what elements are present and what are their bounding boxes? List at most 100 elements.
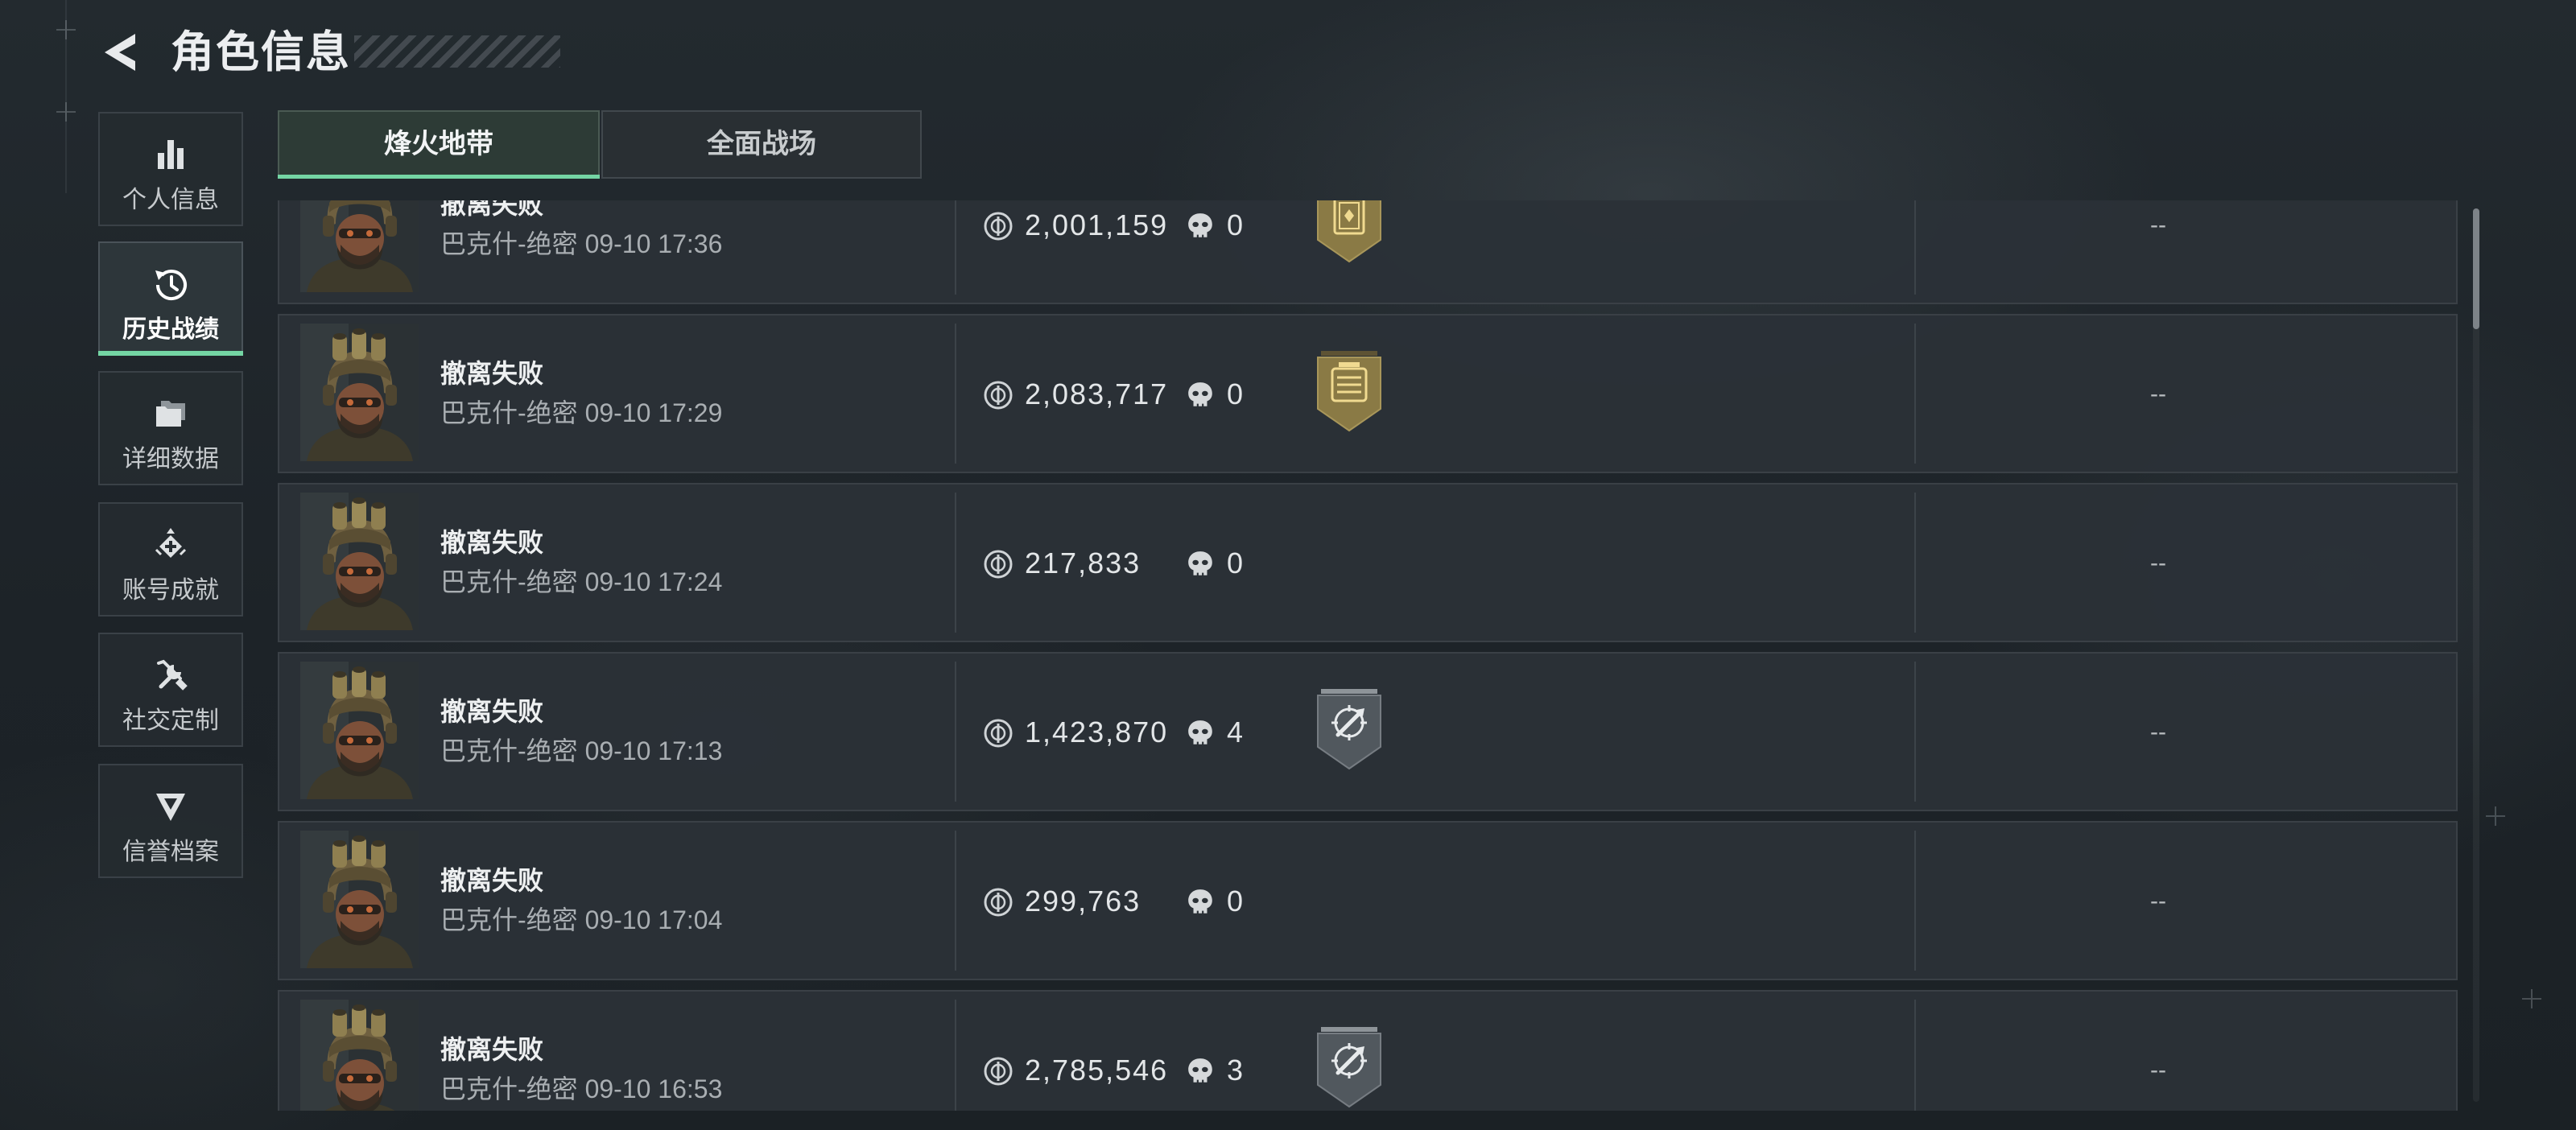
match-time: 09-10 17:36 — [584, 229, 723, 258]
match-info: 巴克什-绝密 09-10 17:04 — [440, 901, 722, 939]
skull-icon — [1186, 719, 1215, 748]
crosshair-badge-icon[interactable] — [1315, 687, 1384, 771]
coin-icon — [983, 1056, 1013, 1087]
crosshair-badge-icon[interactable] — [1315, 1025, 1384, 1109]
player-avatar — [300, 493, 419, 630]
kill-count: 3 — [1227, 1054, 1244, 1087]
column-divider — [955, 662, 956, 802]
column-divider — [955, 324, 956, 464]
title-hatch-decoration — [354, 35, 560, 68]
column-divider — [1914, 493, 1916, 633]
column-divider — [955, 1000, 956, 1111]
match-time: 09-10 17:24 — [584, 567, 723, 596]
sidebar-item-match-history[interactable]: 历史战绩 — [98, 241, 243, 356]
sidebar-item-label: 个人信息 — [122, 187, 219, 213]
map-name: 巴克什-绝密 — [440, 736, 578, 765]
skull-icon — [1186, 888, 1215, 917]
kill-count: 0 — [1227, 885, 1244, 918]
match-record-row[interactable]: 撤离失败巴克什-绝密 09-10 17:04 299,763 0 -- — [278, 821, 2458, 980]
tab-label: 全面战场 — [707, 129, 816, 159]
sidebar-item-label: 历史战绩 — [122, 316, 219, 343]
extraction-result: 撤离失败 — [440, 359, 544, 388]
match-history-list[interactable]: 撤离失败 巴克什-绝密 09-10 17:36 2,001,159 0 -- 撤离失败 巴克… — [278, 200, 2459, 1111]
extra-stat: -- — [2150, 381, 2166, 407]
loot-value: 2,083,717 — [1025, 377, 1169, 410]
match-info: 巴克什-绝密 09-10 16:53 — [440, 1070, 722, 1108]
match-time: 09-10 17:29 — [584, 398, 723, 427]
match-record-row[interactable]: 撤离失败 巴克什-绝密 09-10 17:36 2,001,159 0 -- — [278, 200, 2458, 304]
skull-icon — [1186, 1057, 1215, 1086]
coin-icon — [983, 380, 1013, 410]
tab-label: 烽火地带 — [384, 129, 493, 159]
loot-value: 2,785,546 — [1025, 1054, 1169, 1087]
sidebar-item-reputation[interactable]: 信誉档案 — [98, 764, 243, 878]
reputation-icon — [151, 787, 190, 826]
map-name: 巴克什-绝密 — [440, 905, 578, 934]
kill-count: 0 — [1227, 208, 1244, 241]
column-divider — [955, 200, 956, 295]
match-record-row[interactable]: 撤离失败 巴克什-绝密 09-10 16:53 2,785,546 3 -- — [278, 990, 2458, 1111]
column-divider — [955, 493, 956, 633]
extra-stat: -- — [2150, 212, 2166, 238]
extra-stat: -- — [2150, 888, 2166, 914]
crosshair-decoration — [2486, 806, 2505, 826]
tools-icon — [151, 656, 190, 695]
column-divider — [1914, 662, 1916, 802]
extra-stat: -- — [2150, 719, 2166, 745]
scrollbar-thumb[interactable] — [2473, 208, 2479, 329]
loot-value: 217,833 — [1025, 546, 1141, 579]
sidebar-item-label: 信誉档案 — [122, 839, 219, 865]
bar-chart-icon — [151, 135, 190, 174]
sidebar-item-label: 账号成就 — [122, 577, 219, 604]
match-record-row[interactable]: 撤离失败 巴克什-绝密 09-10 17:13 1,423,870 4 -- — [278, 652, 2458, 811]
extra-stat: -- — [2150, 550, 2166, 576]
match-info: 巴克什-绝密 09-10 17:13 — [440, 732, 722, 770]
sidebar-item-label: 社交定制 — [122, 707, 219, 734]
match-info: 巴克什-绝密 09-10 17:29 — [440, 394, 722, 432]
match-record-row[interactable]: 撤离失败巴克什-绝密 09-10 17:29 2,083,717 0 -- — [278, 314, 2458, 473]
coin-icon — [983, 211, 1013, 241]
folder-icon — [151, 394, 190, 433]
kill-count: 0 — [1227, 546, 1244, 579]
match-time: 09-10 17:04 — [584, 905, 723, 934]
loot-value: 1,423,870 — [1025, 716, 1169, 749]
coin-icon — [983, 718, 1013, 749]
match-record-row[interactable]: 撤离失败巴克什-绝密 09-10 17:24 217,833 0 -- — [278, 483, 2458, 642]
column-divider — [1914, 831, 1916, 971]
tab-firezone[interactable]: 烽火地带 — [278, 110, 600, 179]
player-avatar — [300, 662, 419, 799]
player-avatar — [300, 200, 419, 292]
extraction-result: 撤离失败 — [440, 528, 544, 557]
sidebar-item-achievements[interactable]: 账号成就 — [98, 502, 243, 617]
history-clock-icon — [151, 265, 190, 303]
player-avatar — [300, 831, 419, 968]
scrollbar[interactable] — [2473, 208, 2479, 1102]
match-time: 09-10 16:53 — [584, 1074, 723, 1103]
map-name: 巴克什-绝密 — [440, 567, 578, 596]
achievement-icon — [151, 526, 190, 564]
sidebar-item-detailed-data[interactable]: 详细数据 — [98, 371, 243, 485]
extraction-result: 撤离失败 — [440, 697, 544, 726]
coin-icon — [983, 887, 1013, 918]
back-arrow-icon[interactable] — [98, 29, 145, 76]
loot-value: 299,763 — [1025, 885, 1141, 918]
sidebar-item-personal-info[interactable]: 个人信息 — [98, 112, 243, 226]
page-title: 角色信息 — [171, 28, 351, 76]
map-name: 巴克什-绝密 — [440, 229, 578, 258]
crosshair-decoration — [56, 20, 76, 39]
player-avatar — [300, 1000, 419, 1111]
gold-scroll-badge-icon[interactable] — [1315, 349, 1384, 433]
kill-count: 0 — [1227, 377, 1244, 410]
map-name: 巴克什-绝密 — [440, 1074, 578, 1103]
column-divider — [1914, 1000, 1916, 1111]
gold-card-badge-icon[interactable] — [1315, 200, 1384, 264]
coin-icon — [983, 549, 1013, 579]
extra-stat: -- — [2150, 1057, 2166, 1083]
skull-icon — [1186, 212, 1215, 241]
match-time: 09-10 17:13 — [584, 736, 723, 765]
crosshair-decoration — [56, 102, 76, 122]
skull-icon — [1186, 381, 1215, 410]
extraction-result: 撤离失败 — [440, 866, 544, 895]
tab-full-battlefield[interactable]: 全面战场 — [601, 110, 922, 179]
sidebar-item-social-custom[interactable]: 社交定制 — [98, 633, 243, 747]
